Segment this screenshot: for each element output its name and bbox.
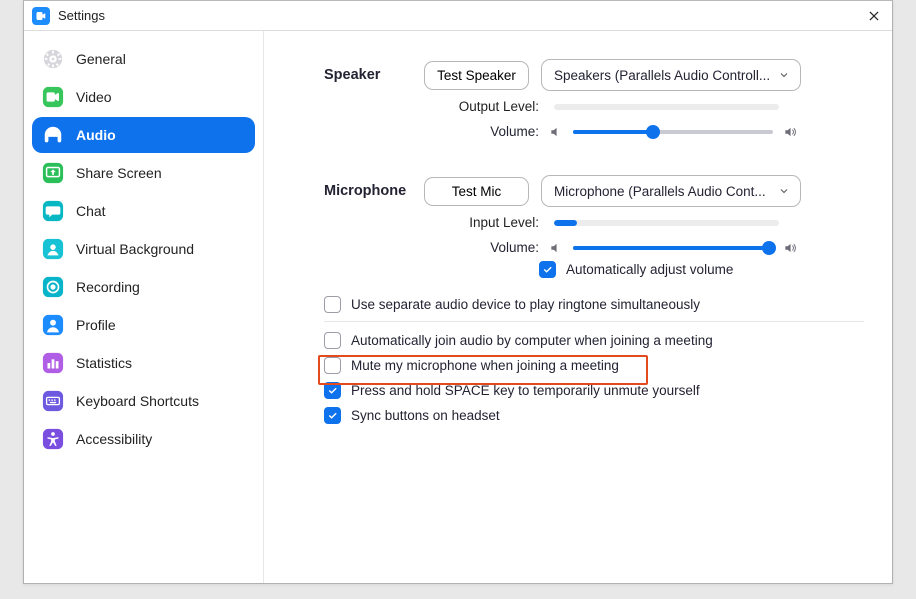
sidebar-item-audio[interactable]: Audio — [32, 117, 255, 153]
close-button[interactable] — [864, 6, 884, 26]
headphones-icon — [42, 124, 64, 146]
auto-join-audio-checkbox[interactable] — [324, 332, 341, 349]
microphone-section-label: Microphone — [324, 183, 424, 199]
sidebar-item-label: Keyboard Shortcuts — [76, 393, 199, 409]
slider-thumb[interactable] — [762, 241, 776, 255]
chat-icon — [42, 200, 64, 222]
mute-on-join-label: Mute my microphone when joining a meetin… — [351, 358, 619, 373]
accessibility-icon — [42, 428, 64, 450]
sidebar-item-video[interactable]: Video — [32, 79, 255, 115]
sidebar-item-statistics[interactable]: Statistics — [32, 345, 255, 381]
video-icon — [42, 86, 64, 108]
gear-icon — [42, 48, 64, 70]
space-unmute-checkbox[interactable] — [324, 382, 341, 399]
sync-headset-label: Sync buttons on headset — [351, 408, 500, 423]
test-mic-button[interactable]: Test Mic — [424, 177, 529, 206]
sidebar-item-label: Share Screen — [76, 165, 162, 181]
mic-input-level-fill — [554, 220, 577, 226]
mic-volume-label: Volume: — [424, 240, 539, 255]
sidebar-item-label: Video — [76, 89, 112, 105]
test-speaker-button[interactable]: Test Speaker — [424, 61, 529, 90]
auto-adjust-volume-checkbox[interactable] — [539, 261, 556, 278]
speaker-section-label: Speaker — [324, 67, 424, 83]
window-title: Settings — [58, 8, 105, 23]
sidebar-item-label: Audio — [76, 127, 116, 143]
separate-ringtone-checkbox[interactable] — [324, 296, 341, 313]
sidebar-item-recording[interactable]: Recording — [32, 269, 255, 305]
speaker-device-value: Speakers (Parallels Audio Controll... — [554, 68, 772, 83]
speaker-device-select[interactable]: Speakers (Parallels Audio Controll... — [541, 59, 801, 91]
separate-ringtone-label: Use separate audio device to play ringto… — [351, 297, 700, 312]
sidebar-item-label: Statistics — [76, 355, 132, 371]
sidebar-item-label: Chat — [76, 203, 106, 219]
sidebar-item-chat[interactable]: Chat — [32, 193, 255, 229]
audio-settings-panel: Speaker Test Speaker Speakers (Parallels… — [264, 31, 892, 583]
mic-volume-slider[interactable] — [573, 246, 773, 250]
auto-adjust-volume-label: Automatically adjust volume — [566, 262, 733, 277]
chevron-down-icon — [778, 69, 790, 81]
sidebar-item-keyboard-shortcuts[interactable]: Keyboard Shortcuts — [32, 383, 255, 419]
sidebar-item-label: Virtual Background — [76, 241, 194, 257]
titlebar: Settings — [24, 1, 892, 31]
sidebar-item-virtual-background[interactable]: Virtual Background — [32, 231, 255, 267]
speaker-volume-slider[interactable] — [573, 130, 773, 134]
chevron-down-icon — [778, 185, 790, 197]
speaker-output-level-label: Output Level: — [424, 99, 539, 114]
app-icon — [32, 7, 50, 25]
sidebar-item-label: Profile — [76, 317, 116, 333]
auto-join-audio-label: Automatically join audio by computer whe… — [351, 333, 713, 348]
share-screen-icon — [42, 162, 64, 184]
mic-input-level-meter — [554, 220, 779, 226]
sidebar-item-share-screen[interactable]: Share Screen — [32, 155, 255, 191]
settings-window: Settings General Video — [23, 0, 893, 584]
sidebar-item-label: Accessibility — [76, 431, 152, 447]
space-unmute-label: Press and hold SPACE key to temporarily … — [351, 383, 700, 398]
recording-icon — [42, 276, 64, 298]
sidebar-item-label: Recording — [76, 279, 140, 295]
volume-high-icon — [783, 241, 797, 255]
volume-high-icon — [783, 125, 797, 139]
profile-icon — [42, 314, 64, 336]
speaker-output-level-meter — [554, 104, 779, 110]
sidebar-item-accessibility[interactable]: Accessibility — [32, 421, 255, 457]
close-icon — [867, 9, 881, 23]
sidebar-item-profile[interactable]: Profile — [32, 307, 255, 343]
sidebar-item-label: General — [76, 51, 126, 67]
mic-device-select[interactable]: Microphone (Parallels Audio Cont... — [541, 175, 801, 207]
sync-headset-checkbox[interactable] — [324, 407, 341, 424]
volume-low-icon — [549, 241, 563, 255]
mute-on-join-checkbox[interactable] — [324, 357, 341, 374]
speaker-volume-label: Volume: — [424, 124, 539, 139]
keyboard-icon — [42, 390, 64, 412]
divider — [324, 321, 864, 322]
mic-device-value: Microphone (Parallels Audio Cont... — [554, 184, 772, 199]
mic-input-level-label: Input Level: — [424, 215, 539, 230]
sidebar-item-general[interactable]: General — [32, 41, 255, 77]
slider-thumb[interactable] — [646, 125, 660, 139]
statistics-icon — [42, 352, 64, 374]
sidebar: General Video Audio Share Screen — [24, 31, 264, 583]
virtual-background-icon — [42, 238, 64, 260]
volume-low-icon — [549, 125, 563, 139]
